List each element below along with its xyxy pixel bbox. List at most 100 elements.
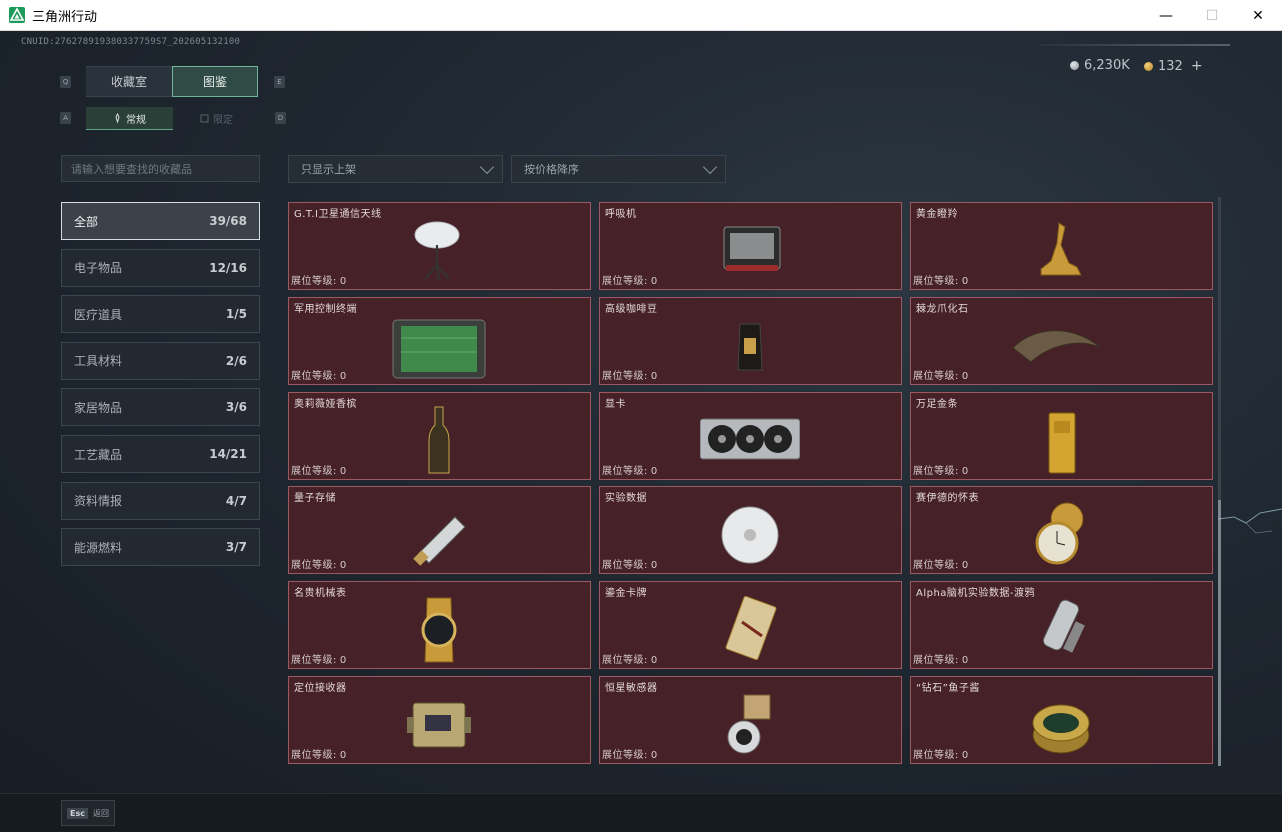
collection-card[interactable]: “钻石”鱼子酱 展位等级: 0 — [910, 676, 1213, 764]
key-hint-a: A — [60, 112, 71, 124]
currency-silver: 6,230K — [1070, 58, 1130, 73]
category-item[interactable]: 电子物品 12/16 — [61, 248, 260, 287]
collection-card[interactable]: 奥莉薇娅香槟 展位等级: 0 — [288, 391, 591, 480]
lightning-decoration — [1217, 508, 1282, 534]
currency-silver-value: 6,230K — [1084, 58, 1130, 73]
item-level: 展位等级: 0 — [602, 272, 658, 287]
item-level: 展位等级: 0 — [291, 651, 347, 666]
category-label: 能源燃料 — [74, 540, 123, 555]
search-input[interactable]: 请输入想要查找的收藏品 — [61, 155, 260, 182]
item-level-label: 展位等级: — [913, 276, 959, 287]
collection-card[interactable]: 显卡 展位等级: 0 — [599, 391, 902, 480]
collection-card[interactable]: G.T.I卫星通信天线 展位等级: 0 — [288, 202, 591, 290]
control-terminal-icon — [392, 319, 486, 379]
maximize-button[interactable]: ☐ — [1189, 0, 1235, 31]
wristwatch-icon — [421, 597, 457, 663]
item-name: 定位接收器 — [294, 683, 347, 694]
shelf-filter-dropdown[interactable]: 只显示上架 — [288, 155, 503, 183]
item-level-label: 展位等级: — [913, 750, 959, 761]
collection-card[interactable]: 赛伊德的怀表 展位等级: 0 — [910, 486, 1213, 575]
item-level-value: 0 — [961, 655, 969, 667]
collection-card[interactable]: 名贵机械表展位等级: 0 — [288, 581, 591, 670]
app-logo-icon — [9, 7, 25, 23]
category-label: 电子物品 — [74, 261, 123, 276]
category-label: 全部 — [74, 214, 99, 229]
collection-card[interactable]: 军用控制终端 展位等级: 0 — [288, 296, 591, 385]
collection-card[interactable]: 黄金瞪羚 展位等级: 0 — [910, 202, 1213, 290]
tab-limited-icon — [200, 114, 209, 123]
esc-key: Esc — [67, 807, 88, 819]
minimize-button[interactable]: — — [1143, 0, 1189, 31]
back-button[interactable]: Esc 返回 — [61, 800, 115, 826]
collection-card[interactable]: 量子存储 展位等级: 0 — [288, 486, 591, 575]
category-item[interactable]: 能源燃料 3/7 — [61, 528, 260, 567]
tab-limited[interactable]: 限定 — [173, 107, 260, 130]
item-level-value: 0 — [961, 560, 969, 572]
tab-limited-label: 限定 — [213, 115, 233, 126]
category-item[interactable]: 家居物品 3/6 — [61, 388, 260, 427]
collection-card[interactable]: 万足金条 展位等级: 0 — [910, 391, 1213, 480]
tab-collection-room[interactable]: 收藏室 — [86, 66, 172, 97]
category-label: 资料情报 — [74, 494, 123, 509]
window-title: 三角洲行动 — [32, 9, 98, 25]
item-level-label: 展位等级: — [602, 465, 648, 477]
pocket-watch-icon — [1035, 502, 1084, 565]
graphics-card-icon — [700, 418, 800, 460]
add-currency-button[interactable]: + — [1191, 58, 1203, 74]
category-item[interactable]: 工具材料 2/6 — [61, 341, 260, 380]
collection-card[interactable]: Alpha脑机实验数据-渡鸦 展位等级: 0 — [910, 581, 1213, 670]
bottom-bar: Esc 返回 — [0, 793, 1282, 832]
item-level: 展位等级: 0 — [291, 272, 347, 287]
coffee-bag-icon — [737, 323, 763, 371]
header-divider — [1040, 44, 1230, 46]
item-level-value: 0 — [339, 465, 347, 477]
sort-dropdown[interactable]: 按价格降序 — [511, 155, 726, 183]
collection-card[interactable]: 鎏金卡牌 展位等级: 0 — [599, 581, 902, 670]
item-level-label: 展位等级: — [602, 370, 648, 382]
item-level: 展位等级: 0 — [913, 367, 969, 382]
item-level-label: 展位等级: — [602, 560, 648, 572]
currency-gold: 132 + — [1144, 58, 1203, 74]
item-level-label: 展位等级: — [291, 560, 337, 572]
item-level-value: 0 — [650, 655, 658, 667]
item-level-label: 展位等级: — [602, 655, 648, 667]
item-level-value: 0 — [961, 750, 969, 761]
item-name: 名贵机械表 — [294, 588, 347, 600]
champagne-icon — [428, 406, 450, 474]
category-label: 工艺藏品 — [74, 447, 123, 462]
category-item[interactable]: 工艺藏品 14/21 — [61, 435, 260, 473]
item-name: 赛伊德的怀表 — [916, 493, 979, 505]
item-level-label: 展位等级: — [291, 465, 337, 477]
item-name: 棘龙爪化石 — [916, 303, 969, 315]
category-item[interactable]: 资料情报 4/7 — [61, 481, 260, 520]
category-count: 14/21 — [209, 447, 247, 461]
category-count: 1/5 — [225, 307, 247, 322]
item-level: 展位等级: 0 — [602, 556, 658, 571]
back-label: 返回 — [92, 808, 109, 818]
category-label: 医疗道具 — [74, 307, 123, 322]
category-count: 39/68 — [209, 214, 247, 228]
item-level: 展位等级: 0 — [913, 746, 969, 761]
collection-card[interactable]: 实验数据 展位等级: 0 — [599, 486, 902, 575]
collection-card[interactable]: 恒星敏感器 展位等级: 0 — [599, 676, 902, 764]
item-level: 展位等级: 0 — [913, 462, 969, 477]
item-level-label: 展位等级: — [291, 655, 337, 667]
category-item[interactable]: 医疗道具 1/5 — [61, 295, 260, 334]
item-level-label: 展位等级: — [913, 465, 959, 477]
close-button[interactable]: ✕ — [1235, 0, 1281, 31]
tab-normal[interactable]: 常规 — [86, 107, 173, 130]
item-level-label: 展位等级: — [291, 750, 337, 761]
receiver-module-icon — [407, 702, 471, 748]
collection-card[interactable]: 高级咖啡豆 展位等级: 0 — [599, 296, 902, 385]
shelf-filter-value: 只显示上架 — [301, 163, 356, 176]
golden-gazelle-icon — [1040, 222, 1082, 276]
category-item[interactable]: 全部 39/68 — [61, 202, 260, 240]
tab-atlas[interactable]: 图鉴 — [172, 66, 258, 97]
collection-card[interactable]: 定位接收器 展位等级: 0 — [288, 676, 591, 764]
category-count: 3/7 — [225, 540, 247, 555]
item-level: 展位等级: 0 — [913, 556, 969, 571]
item-level-value: 0 — [650, 750, 658, 761]
collection-card[interactable]: 棘龙爪化石展位等级: 0 — [910, 296, 1213, 385]
item-level-value: 0 — [650, 370, 658, 382]
collection-card[interactable]: 呼吸机 展位等级: 0 — [599, 202, 902, 290]
